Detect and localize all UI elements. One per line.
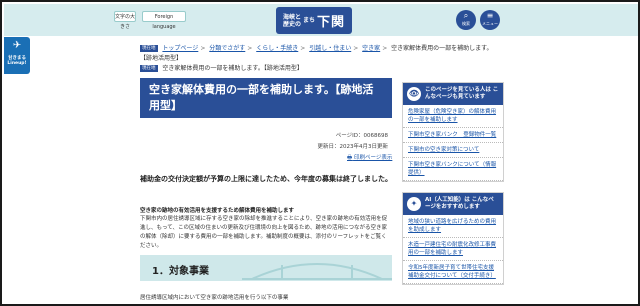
print-icon: 🖶 [347,155,353,161]
notice-text: 補助金の交付決定額が予算の上限に達したため、今年度の募集は終了しました。 [140,175,392,183]
menu-button[interactable]: ≡ メニュー [480,10,500,30]
ai-recommend-link[interactable]: 令和5年度新居子育て世帯住宅支援補助金交付について（交付手続き） [403,261,503,284]
breadcrumb-current-tag: 現在地 [140,65,158,72]
ai-recommend-link[interactable]: 木造一戸建住宅の耐震化改修工事費用の一部を補助します [403,238,503,261]
search-button[interactable]: ⌕ 検索 [456,10,476,30]
breadcrumb-link-category[interactable]: 分類でさがす [209,45,245,52]
page-frame: 文字の大きさ Foreign language 海峡と 歴史の まち 下関 ⌕ … [0,0,640,306]
menu-label: メニュー [482,21,498,26]
bridge-illustration [242,263,392,280]
related-link[interactable]: 下関市空き家バンク 登録物件一覧 [403,128,503,143]
eye-icon: 👁 [407,87,421,101]
related-link[interactable]: 危険家屋（危険空き家）の解体費用の一部を補助します [403,105,503,128]
subheading: 空き家の跡地の有効活用を支援するため解体費用を補助します [140,208,295,214]
ai-recommend-box: ✦ AI（人工知能）は こんなページをおすすめします 地域の狭い道路を広げるため… [402,192,504,285]
bird-icon: ✈ [12,40,22,51]
logo-line-3: まち [302,17,315,24]
breadcrumb-current-text: 空き家解体費用の一部を補助します。【跡地活用型】 [162,65,303,72]
page-id: ページID：0068698 [335,133,388,139]
logo-line-1: 海峡と [282,13,301,21]
breadcrumb-link-top[interactable]: トップページ [162,45,198,52]
site-logo[interactable]: 海峡と 歴史の まち 下関 [276,7,352,34]
logo-city-name: 下関 [317,15,346,30]
ai-icon: ✦ [407,197,421,211]
logo-small-text: 海峡と 歴史の [283,14,301,28]
lineup-line-2: Lineup! [7,61,27,66]
lineup-banner[interactable]: ✈ 甘きまる Lineup! [4,37,30,74]
hamburger-icon: ≡ [486,11,494,20]
breadcrumb-tag: 現在地 [140,45,158,52]
updated-date: 更新日：2023年4月3日更新 [317,144,389,150]
site-header: 文字の大きさ Foreign language 海峡と 歴史の まち 下関 ⌕ … [4,4,638,36]
breadcrumb-link-moving[interactable]: 引越し・住まい [309,45,351,52]
search-icon: ⌕ [463,11,469,20]
breadcrumb: 現在地 トップページ > 分類でさがす > くらし・手続き > 引越し・住まい > 空き… [140,44,500,74]
ai-recommend-header: ✦ AI（人工知能）は こんなページをおすすめします [403,193,503,215]
ai-recommend-link[interactable]: 地域の狭い道路を広げるための費用を助成します [403,215,503,238]
foreign-language-button[interactable]: Foreign language [142,11,186,30]
related-pages-box: 👁 このページを見ている人は こんなページも見ています 危険家屋（危険空き家）の… [402,82,504,182]
section-heading: 1．対象事業 [140,255,392,281]
section-first-line: 居住誘導区域内において空き家の跡地活用を行う以下の事業 [140,295,289,301]
text-size-button[interactable]: 文字の大きさ [114,11,136,30]
breadcrumb-trail: 現在地 トップページ > 分類でさがす > くらし・手続き > 引越し・住まい > 空き… [140,45,493,62]
print-link[interactable]: 🖶 印刷ページ表示 [347,153,392,163]
breadcrumb-current: 現在地 空き家解体費用の一部を補助します。【跡地活用型】 [140,64,500,74]
related-pages-header: 👁 このページを見ている人は こんなページも見ています [403,83,503,105]
section-heading-text: 1．対象事業 [152,266,209,277]
description-paragraph: 下関市内の居住誘導区域に存する空き家の除却を推進することにより、空き家の跡地の有… [140,216,388,249]
ai-recommend-title: AI（人工知能）は こんなページをおすすめします [425,197,494,210]
logo-line-2: 歴史の [282,20,301,28]
related-link[interactable]: 下関市の空き家対策について [403,143,503,158]
breadcrumb-link-life[interactable]: くらし・手続き [256,45,298,52]
breadcrumb-link-vacant[interactable]: 空き家 [362,45,380,52]
page-title: 空き家解体費用の一部を補助します。【跡地活用型】 [140,78,392,118]
search-label: 検索 [462,21,470,26]
related-pages-title: このページを見ている人は こんなページも見ています [425,87,499,100]
related-link[interactable]: 下関市空き家バンクについて（情報提供） [403,158,503,181]
print-label: 印刷ページ表示 [353,155,393,161]
